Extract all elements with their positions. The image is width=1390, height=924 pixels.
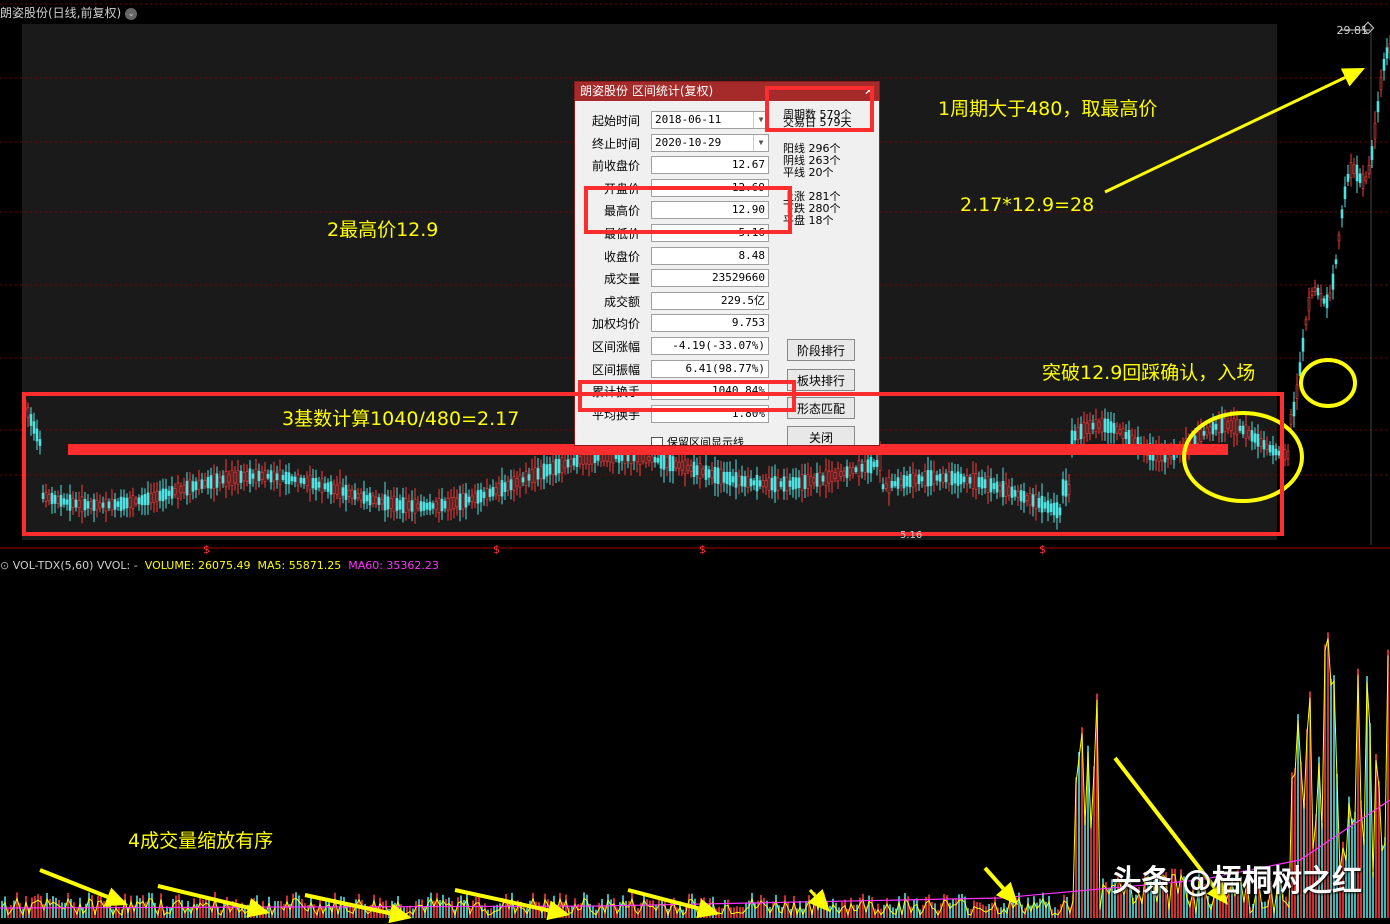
- dividend-marker: $: [203, 543, 210, 556]
- candle-body: [1358, 173, 1362, 183]
- highlight-periods: [765, 86, 874, 132]
- field-label: 收盘价: [603, 249, 640, 264]
- arrow-line: [983, 866, 1005, 890]
- candle-body: [1379, 76, 1383, 91]
- candle-body: [1337, 234, 1341, 242]
- candle-body: [1304, 318, 1308, 326]
- candle-body: [1346, 173, 1350, 182]
- entry-ellipse: [1299, 358, 1357, 408]
- annotation-5: 2.17*12.9=28: [960, 194, 1095, 216]
- dropdown-arrow-icon[interactable]: ▼: [753, 134, 768, 151]
- ma5-value: MA5: 55871.25: [257, 559, 342, 572]
- low-price-label: 5.16: [900, 530, 923, 541]
- field-label: 区间涨幅: [591, 340, 640, 354]
- highlight-range: [22, 392, 1284, 536]
- candle-body: [1322, 298, 1326, 304]
- field-label: 加权均价: [591, 317, 640, 332]
- field-value: 12.67: [731, 158, 765, 172]
- field-value: 8.48: [738, 248, 766, 262]
- stat-yin: 阴线 263个: [783, 154, 841, 167]
- candle-body: [1352, 164, 1356, 174]
- stat-yang: 阳线 296个: [783, 142, 841, 155]
- candle-body: [1364, 176, 1368, 182]
- vol-menu-icon[interactable]: ⊙: [0, 559, 9, 572]
- candle-body: [1370, 146, 1374, 160]
- annotation-4: 4成交量缩放有序: [128, 830, 274, 852]
- candle-body: [1319, 293, 1323, 301]
- field-label: 成交额: [603, 294, 640, 309]
- ma60-value: MA60: 35362.23: [348, 559, 439, 572]
- highlight-high-price: [584, 186, 792, 234]
- field-value: 6.41(98.77%): [685, 361, 765, 375]
- field-value: 9.753: [731, 316, 765, 330]
- candle-body: [1385, 47, 1389, 59]
- annotation-6: 突破12.9回踩确认，入场: [1042, 362, 1256, 384]
- date-picker[interactable]: 2018-06-11 ▼: [651, 111, 769, 129]
- value-field[interactable]: 229.5亿: [651, 291, 769, 310]
- annotation-3: 3基数计算1040/480=2.17: [282, 408, 520, 430]
- candle-body: [1334, 259, 1338, 265]
- annotation-2: 2最高价12.9: [327, 219, 439, 241]
- candle-body: [1343, 186, 1347, 200]
- dividend-marker: $: [493, 543, 500, 556]
- candle-body: [1349, 162, 1353, 179]
- candle-body: [1376, 101, 1380, 113]
- dividend-marker: $: [1039, 543, 1046, 556]
- stage-rank-button[interactable]: 阶段排行: [787, 339, 855, 361]
- value-field[interactable]: -4.19(-33.07%): [651, 337, 769, 355]
- candle-body: [1382, 58, 1386, 71]
- candle-body: [1316, 287, 1320, 296]
- candle-body: [1331, 273, 1335, 290]
- candle-body: [1289, 414, 1293, 425]
- dividend-marker: $: [699, 543, 706, 556]
- vol-indicator-label: VOL-TDX(5,60): [12, 559, 94, 572]
- candle-body: [1361, 173, 1365, 189]
- stock-title-text: 朗姿股份(日线,前复权): [0, 6, 122, 20]
- value-field[interactable]: 12.67: [651, 156, 769, 175]
- field-label: 起始时间: [591, 114, 640, 128]
- volume-value: VOLUME: 26075.49: [144, 559, 251, 572]
- field-value: 229.5亿: [720, 293, 765, 307]
- date-picker[interactable]: 2020-10-29 ▼: [651, 133, 769, 152]
- candle-body: [1373, 122, 1377, 140]
- candle-body: [1325, 294, 1329, 309]
- arrow-line: [39, 868, 109, 899]
- field-value: 2018-06-11: [655, 113, 722, 126]
- field-label: 终止时间: [591, 136, 640, 151]
- value-field[interactable]: 23529660: [651, 269, 769, 288]
- field-label: 区间振幅: [591, 362, 640, 377]
- value-field[interactable]: 8.48: [651, 246, 769, 265]
- candle-body: [1301, 337, 1305, 352]
- annotation-1: 1周期大于480，取最高价: [938, 98, 1158, 120]
- price-high-label: 29.81: [1336, 24, 1369, 37]
- field-value: 23529660: [712, 271, 765, 285]
- candle-body: [1367, 165, 1371, 175]
- candle-body: [1328, 292, 1332, 298]
- sector-rank-button[interactable]: 板块排行: [787, 369, 855, 391]
- candle-body: [1292, 401, 1296, 417]
- candle-body: [1295, 384, 1299, 399]
- stat-flat: 平线 20个: [783, 166, 834, 179]
- candle-body: [1340, 209, 1344, 219]
- field-label: 前收盘价: [591, 159, 640, 174]
- value-field[interactable]: 6.41(98.77%): [651, 359, 769, 378]
- candle-body: [1307, 297, 1311, 312]
- value-field[interactable]: 9.753: [651, 314, 769, 333]
- vvol-label: VVOL: -: [96, 559, 138, 572]
- stock-title: 朗姿股份(日线,前复权) ⌄: [0, 4, 138, 21]
- field-label: 成交量: [603, 272, 640, 287]
- watermark: 头条 @梧桐树之红: [1111, 864, 1362, 899]
- field-value: -4.19(-33.07%): [672, 339, 765, 352]
- volume-header: ⊙ VOL-TDX(5,60) VVOL: - VOLUME: 26075.49…: [0, 559, 439, 572]
- candle-body: [1286, 450, 1290, 460]
- field-value: 2020-10-29: [655, 135, 722, 149]
- chevron-down-icon[interactable]: ⌄: [125, 7, 138, 20]
- candle-body: [1283, 449, 1287, 461]
- candle-body: [1313, 287, 1317, 292]
- arrow-line: [808, 888, 817, 897]
- candle-body: [1298, 362, 1302, 377]
- candle-body: [1355, 164, 1359, 182]
- candle-body: [1310, 290, 1314, 296]
